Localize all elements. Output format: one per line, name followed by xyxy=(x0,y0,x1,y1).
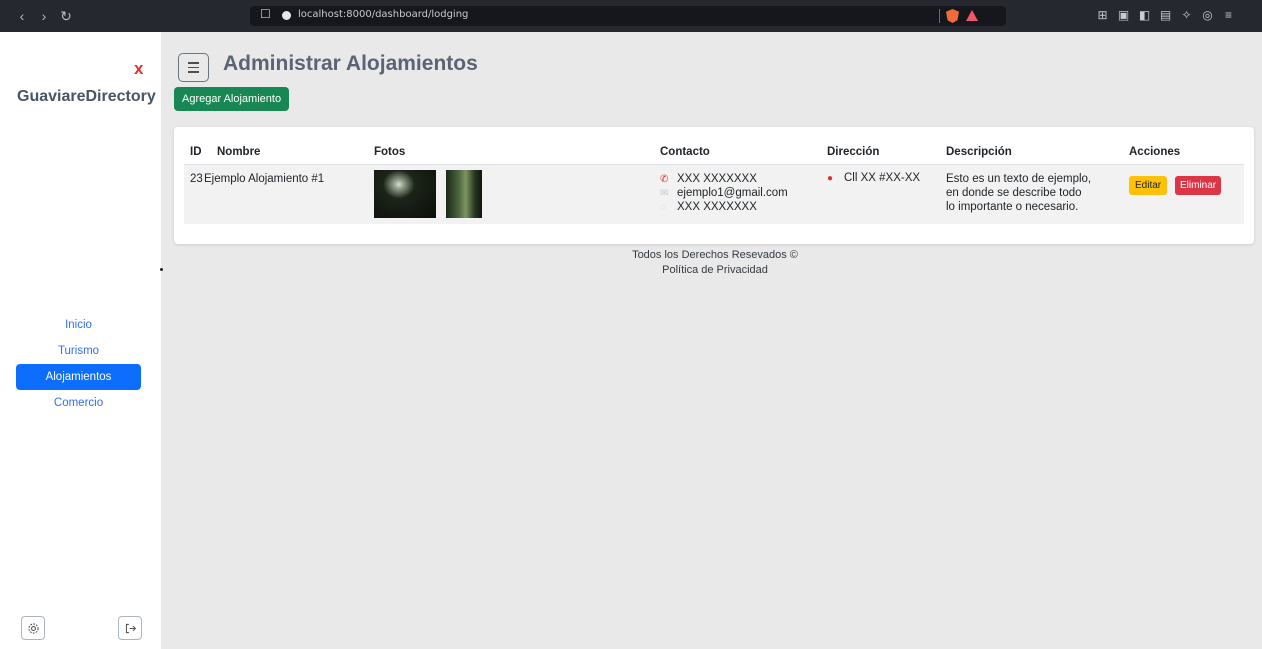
menu-icon[interactable]: ≡ xyxy=(1222,8,1235,22)
description-line: en donde se describe todo xyxy=(946,187,1082,199)
sidebar-toggle-icon[interactable]: ◧ xyxy=(1138,8,1151,22)
tabs-icon[interactable]: ▤ xyxy=(1159,8,1172,22)
delete-button[interactable]: Eliminar xyxy=(1175,176,1222,195)
divider xyxy=(939,9,940,23)
bookmark-icon[interactable]: ☐ xyxy=(260,7,271,21)
description-line: Esto es un texto de ejemplo, xyxy=(946,173,1092,185)
map-pin-icon: ● xyxy=(827,173,834,184)
row-address: Cll XX #XX-XX xyxy=(844,172,921,184)
contact-info: ✆ XXX XXXXXXX ✉ ejemplo1@gmail.com ◌ XXX XX… xyxy=(660,172,788,214)
back-icon[interactable]: ‹ xyxy=(16,8,28,25)
logout-icon xyxy=(125,623,136,633)
column-header-descripcion: Descripción xyxy=(946,146,1012,158)
sidebar-item-comercio[interactable]: Comercio xyxy=(16,390,141,416)
column-header-acciones: Acciones xyxy=(1129,146,1181,158)
hamburger-icon-line xyxy=(188,66,199,69)
forward-icon[interactable]: › xyxy=(38,8,50,25)
column-header-fotos: Fotos xyxy=(374,146,406,158)
description-cell: Esto es un texto de ejemplo, en donde se… xyxy=(946,172,1091,214)
add-lodging-button[interactable]: Agregar Alojamiento xyxy=(174,87,290,111)
sidebar-item-turismo[interactable]: Turismo xyxy=(16,338,141,364)
menu-toggle-button[interactable] xyxy=(178,53,209,82)
contact-email: ejemplo1@gmail.com xyxy=(677,187,788,199)
hamburger-icon xyxy=(188,62,199,64)
wallet-icon[interactable]: ▣ xyxy=(1117,8,1130,22)
copyright-text: Todos los Derechos Resevados © xyxy=(632,249,798,261)
row-name: Ejemplo Alojamiento #1 xyxy=(204,173,325,185)
privacy-link[interactable]: Política de Privacidad xyxy=(580,263,850,278)
sidebar-edge-handle[interactable] xyxy=(160,268,163,271)
column-header-contacto: Contacto xyxy=(660,146,710,158)
lodging-table-card: ID Nombre Fotos Contacto Dirección Descr… xyxy=(174,127,1254,244)
sidebar-menu: Inicio Turismo Alojamientos Comercio xyxy=(16,312,141,416)
column-header-direccion: Dirección xyxy=(827,146,880,158)
reload-icon[interactable]: ↻ xyxy=(60,8,72,25)
logout-button[interactable] xyxy=(118,616,142,640)
lodging-photo-1[interactable] xyxy=(374,170,436,218)
row-id: 23 xyxy=(190,173,203,185)
vpn-icon[interactable]: ◎ xyxy=(1201,8,1214,22)
phone-icon: ✆ xyxy=(660,174,669,185)
url-text[interactable]: localhost:8000/dashboard/lodging xyxy=(298,9,468,20)
contact-whatsapp: XXX XXXXXXX xyxy=(677,201,757,213)
leo-icon[interactable]: ✧ xyxy=(1180,8,1193,22)
gear-icon xyxy=(27,622,39,634)
whatsapp-icon: ◌ xyxy=(660,202,666,213)
description-line: lo importante o necesario. xyxy=(946,201,1079,213)
settings-button[interactable] xyxy=(21,616,45,640)
browser-nav: ‹ › ↻ xyxy=(0,8,72,25)
column-header-id: ID xyxy=(190,146,202,158)
column-header-nombre: Nombre xyxy=(217,146,261,158)
address-cell: ● Cll XX #XX-XX xyxy=(827,172,920,184)
site-info-icon[interactable] xyxy=(282,11,291,20)
sidebar: x GuaviareDirectory Inicio Turismo Aloja… xyxy=(0,32,161,649)
email-icon: ✉ xyxy=(660,188,669,199)
extensions-icon[interactable]: ⊞ xyxy=(1096,8,1109,22)
sidebar-item-inicio[interactable]: Inicio xyxy=(16,312,141,338)
sidebar-item-alojamientos[interactable]: Alojamientos xyxy=(16,364,141,390)
browser-extensions: ⊞ ▣ ◧ ▤ ✧ ◎ ≡ xyxy=(1096,8,1235,22)
close-sidebar-button[interactable]: x xyxy=(134,59,143,79)
lodging-photo-2[interactable] xyxy=(446,170,482,218)
hamburger-icon-line xyxy=(188,71,199,73)
edit-button[interactable]: Editar xyxy=(1129,176,1168,195)
contact-phone: XXX XXXXXXX xyxy=(677,173,757,185)
brave-rewards-icon[interactable] xyxy=(966,10,978,21)
brand-title: GuaviareDirectory xyxy=(17,88,156,105)
page-footer: Todos los Derechos Resevados © Política … xyxy=(580,248,850,278)
page-title: Administrar Alojamientos xyxy=(223,52,478,75)
